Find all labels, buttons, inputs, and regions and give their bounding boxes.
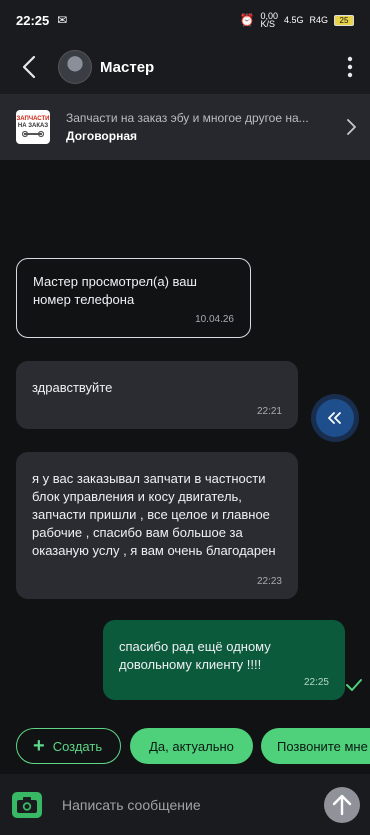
system-message: Мастер просмотрел(а) ваш номер телефона … <box>16 258 251 338</box>
wrench-icon <box>22 130 44 138</box>
read-check-icon <box>345 678 363 697</box>
network-1: 4.5G <box>283 15 304 25</box>
double-chevron-left-icon <box>328 412 341 424</box>
message-input[interactable]: Написать сообщение <box>62 797 324 813</box>
message-time: 22:23 <box>256 576 282 587</box>
listing-price: Договорная <box>66 129 137 143</box>
net-speed: 0,00 K/S <box>260 11 278 29</box>
send-button[interactable] <box>324 786 360 823</box>
status-bar: 22:25 ✉ ⏰ 0,00 K/S 4.5G R4G 25 <box>0 0 370 40</box>
battery-icon: 25 <box>334 14 354 26</box>
status-icons: ⏰ 0,00 K/S 4.5G R4G 25 <box>239 11 354 29</box>
outgoing-message[interactable]: спасибо рад ещё одному довольному клиент… <box>103 620 345 700</box>
listing-banner[interactable]: ЗАПЧАСТИ НА ЗАКАЗ Запчасти на заказ эбу … <box>0 94 370 160</box>
message-time: 22:25 <box>303 677 329 688</box>
chevron-right-icon <box>338 119 356 135</box>
alarm-icon: ⏰ <box>239 13 255 27</box>
message-text: здравствуйте <box>32 380 113 395</box>
arrow-up-icon <box>332 794 352 815</box>
listing-title: Запчасти на заказ эбу и многое другое на… <box>66 111 309 125</box>
quick-replies: + Создать Да, актуально Позвоните мне <box>0 722 370 770</box>
camera-icon <box>17 796 37 813</box>
create-label: Создать <box>52 738 103 754</box>
message-text: Мастер просмотрел(а) ваш номер телефона <box>33 274 197 307</box>
listing-thumbnail: ЗАПЧАСТИ НА ЗАКАЗ <box>16 110 50 144</box>
more-options-button[interactable] <box>330 40 370 94</box>
composer: Написать сообщение <box>0 774 370 835</box>
camera-button[interactable] <box>12 791 42 818</box>
chat-header: Мастер <box>0 40 370 94</box>
plus-icon: + <box>33 735 45 757</box>
message-text: спасибо рад ещё одному довольному клиент… <box>119 639 271 672</box>
message-notification-icon: ✉ <box>57 13 68 27</box>
network-2: R4G <box>309 15 328 25</box>
back-button[interactable] <box>0 40 58 94</box>
incoming-message[interactable]: я у вас заказывал запчати в частности бл… <box>16 452 298 599</box>
avatar[interactable] <box>58 50 92 84</box>
quick-reply-call[interactable]: Позвоните мне <box>261 728 370 764</box>
contact-name[interactable]: Мастер <box>100 59 154 76</box>
more-vertical-icon <box>347 56 353 78</box>
quick-reply-yes[interactable]: Да, актуально <box>130 728 253 764</box>
message-time: 10.04.26 <box>195 314 234 325</box>
create-button[interactable]: + Создать <box>16 728 121 764</box>
incoming-message[interactable]: здравствуйте 22:21 <box>16 361 298 429</box>
status-time: 22:25 <box>16 12 50 28</box>
message-time: 22:21 <box>256 406 282 417</box>
scroll-to-bottom-button[interactable] <box>316 399 354 437</box>
message-text: я у вас заказывал запчати в частности бл… <box>32 471 276 558</box>
back-arrow-icon <box>22 55 36 79</box>
